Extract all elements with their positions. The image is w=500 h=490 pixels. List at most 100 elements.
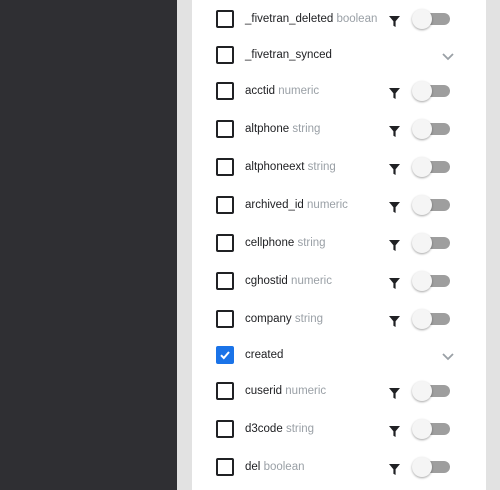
checkbox[interactable] [216, 420, 234, 438]
field-label: del boolean [245, 460, 305, 474]
toggle-switch[interactable] [412, 157, 450, 177]
toggle-thumb [412, 271, 432, 291]
field-row: d3code string [192, 415, 486, 443]
filter-icon[interactable] [389, 462, 400, 475]
chevron-down-icon[interactable] [441, 49, 455, 61]
field-label: cghostid numeric [245, 274, 332, 288]
filter-icon[interactable] [389, 386, 400, 399]
toggle-switch[interactable] [412, 81, 450, 101]
filter-icon[interactable] [389, 314, 400, 327]
field-row: archived_id numeric [192, 191, 486, 219]
toggle-thumb [412, 381, 432, 401]
field-row: created [192, 341, 486, 369]
checkbox[interactable] [216, 196, 234, 214]
field-label: archived_id numeric [245, 198, 348, 212]
checkbox[interactable] [216, 120, 234, 138]
field-row: altphone string [192, 115, 486, 143]
field-type: string [292, 123, 321, 135]
toggle-switch[interactable] [412, 381, 450, 401]
filter-icon[interactable] [389, 162, 400, 175]
field-type: numeric [307, 199, 348, 211]
field-row: _fivetran_deleted boolean [192, 5, 486, 33]
toggle-switch[interactable] [412, 271, 450, 291]
field-label: acctid numeric [245, 84, 319, 98]
filter-icon[interactable] [389, 238, 400, 251]
toggle-thumb [412, 457, 432, 477]
checkbox[interactable] [216, 158, 234, 176]
field-name: d3code [245, 423, 283, 435]
toggle-thumb [412, 119, 432, 139]
checkbox[interactable] [216, 82, 234, 100]
toggle-switch[interactable] [412, 419, 450, 439]
toggle-switch[interactable] [412, 9, 450, 29]
checkbox[interactable] [216, 10, 234, 28]
toggle-thumb [412, 419, 432, 439]
filter-icon[interactable] [389, 276, 400, 289]
checkbox-checked[interactable] [216, 346, 234, 364]
checkbox[interactable] [216, 272, 234, 290]
field-list-panel: _fivetran_deleted boolean _fivetran_synce… [192, 0, 486, 490]
field-label: _fivetran_synced [245, 48, 332, 62]
field-type: boolean [336, 13, 378, 25]
field-row: del boolean [192, 453, 486, 481]
field-label: d3code string [245, 422, 314, 436]
checkbox[interactable] [216, 46, 234, 64]
field-name: cellphone [245, 237, 295, 249]
field-row: cuserid numeric [192, 377, 486, 405]
filter-icon[interactable] [389, 14, 400, 27]
field-row: cellphone string [192, 229, 486, 257]
field-label: altphone string [245, 122, 320, 136]
filter-icon[interactable] [389, 86, 400, 99]
field-name: cghostid [245, 275, 288, 287]
field-type: string [307, 161, 336, 173]
field-type: string [297, 237, 326, 249]
field-label: company string [245, 312, 323, 326]
field-name: archived_id [245, 199, 304, 211]
checkbox[interactable] [216, 310, 234, 328]
field-type: numeric [278, 85, 320, 97]
field-row: altphoneext string [192, 153, 486, 181]
toggle-thumb [412, 157, 432, 177]
field-name: del [245, 461, 261, 473]
field-name: cuserid [245, 385, 283, 397]
toggle-thumb [412, 9, 432, 29]
toggle-thumb [412, 233, 432, 253]
left-dark-pane [0, 0, 177, 490]
toggle-switch[interactable] [412, 195, 450, 215]
field-label: altphoneext string [245, 160, 336, 174]
field-type: numeric [285, 385, 327, 397]
filter-icon[interactable] [389, 200, 400, 213]
checkbox[interactable] [216, 382, 234, 400]
toggle-switch[interactable] [412, 233, 450, 253]
field-name: _fivetran_synced [245, 49, 332, 61]
toggle-switch[interactable] [412, 309, 450, 329]
field-name: acctid [245, 85, 276, 97]
chevron-down-icon[interactable] [441, 349, 455, 361]
toggle-thumb [412, 309, 432, 329]
checkbox[interactable] [216, 234, 234, 252]
right-gutter [486, 0, 500, 490]
filter-icon[interactable] [389, 424, 400, 437]
filter-icon[interactable] [389, 124, 400, 137]
field-type: boolean [263, 461, 305, 473]
field-name: altphone [245, 123, 290, 135]
toggle-thumb [412, 81, 432, 101]
field-label: cuserid numeric [245, 384, 326, 398]
check-icon [220, 351, 230, 360]
field-name: _fivetran_deleted [245, 13, 334, 25]
toggle-switch[interactable] [412, 457, 450, 477]
field-name: altphoneext [245, 161, 305, 173]
field-row: acctid numeric [192, 77, 486, 105]
field-row: cghostid numeric [192, 267, 486, 295]
field-row: company string [192, 305, 486, 333]
field-type: numeric [291, 275, 332, 287]
left-gutter [177, 0, 192, 490]
field-name: company [245, 313, 292, 325]
toggle-switch[interactable] [412, 119, 450, 139]
field-row: _fivetran_synced [192, 41, 486, 69]
field-label: _fivetran_deleted boolean [245, 12, 377, 26]
field-label: created [245, 348, 283, 362]
checkbox[interactable] [216, 458, 234, 476]
toggle-thumb [412, 195, 432, 215]
field-type: string [294, 313, 323, 325]
